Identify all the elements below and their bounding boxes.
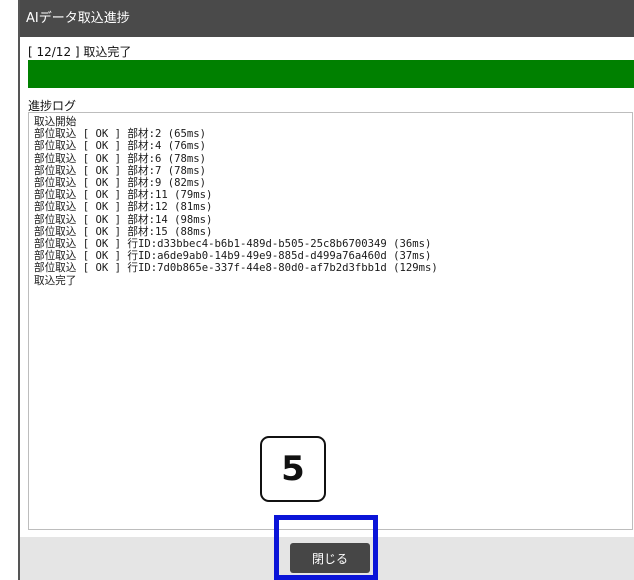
dialog-footer: 閉じる: [20, 537, 634, 580]
progress-status-text: [ 12/12 ] 取込完了: [28, 45, 132, 59]
log-line: 取込完了: [34, 274, 77, 287]
log-line: 部位取込 [ OK ] 部材:14 (98ms): [34, 213, 213, 226]
log-line: 部位取込 [ OK ] 部材:12 (81ms): [34, 201, 213, 214]
log-textarea[interactable]: 取込開始 部位取込 [ OK ] 部材:2 (65ms) 部位取込 [ OK ] 部…: [28, 112, 633, 530]
progress-dialog: AIデータ取込進捗 [ 12/12 ] 取込完了 進捗ログ 取込開始 部位取込 […: [18, 0, 634, 580]
close-button[interactable]: 閉じる: [290, 543, 370, 573]
log-line: 部位取込 [ OK ] 行ID:d33bbec4-b6b1-489d-b505-…: [34, 238, 432, 251]
progress-bar: [28, 60, 634, 88]
log-line: 部位取込 [ OK ] 部材:2 (65ms): [34, 128, 206, 141]
log-line: 部位取込 [ OK ] 部材:15 (88ms): [34, 225, 213, 238]
dialog-title: AIデータ取込進捗: [20, 0, 634, 37]
log-line: 部位取込 [ OK ] 部材:4 (76ms): [34, 140, 206, 153]
progress-bar-fill: [28, 60, 634, 88]
log-line: 部位取込 [ OK ] 部材:11 (79ms): [34, 189, 213, 202]
log-line: 取込開始: [34, 116, 77, 128]
log-line: 部位取込 [ OK ] 部材:7 (78ms): [34, 164, 206, 177]
log-line: 部位取込 [ OK ] 部材:9 (82ms): [34, 177, 206, 190]
log-line: 部位取込 [ OK ] 部材:6 (78ms): [34, 152, 206, 165]
log-line: 部位取込 [ OK ] 行ID:7d0b865e-337f-44e8-80d0-…: [34, 262, 438, 275]
callout-badge: 5: [260, 436, 326, 502]
log-line: 部位取込 [ OK ] 行ID:a6de9ab0-14b9-49e9-885d-…: [34, 250, 432, 263]
